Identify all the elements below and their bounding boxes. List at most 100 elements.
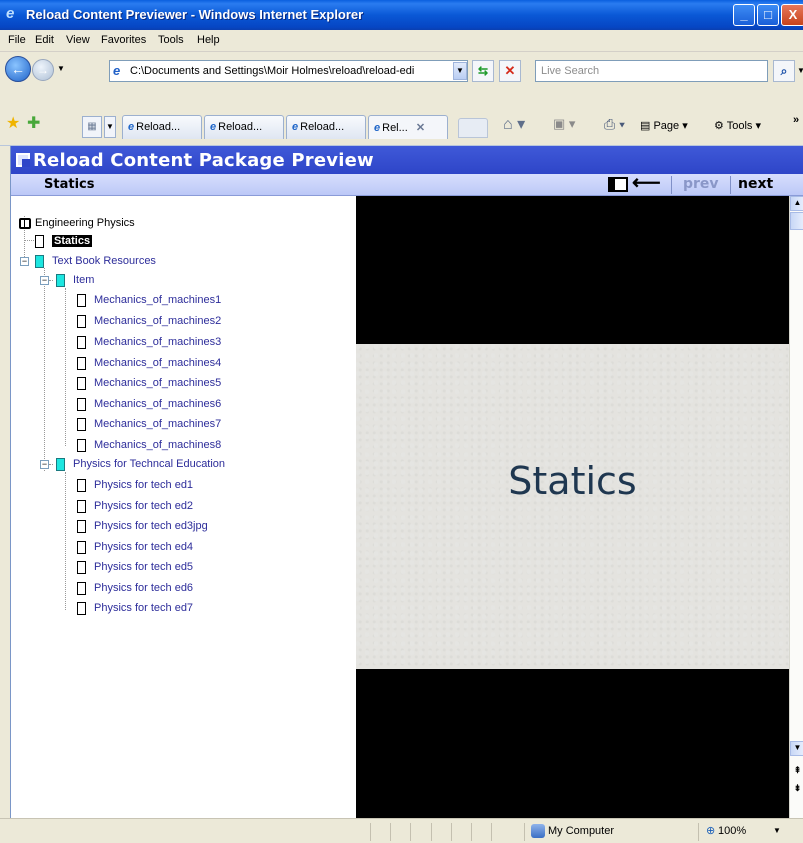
zoom-level[interactable]: 100% xyxy=(718,825,746,837)
item-nav-bar: Statics ⟵ prev next xyxy=(11,173,803,196)
feeds-icon[interactable]: ▣ ▾ xyxy=(553,116,575,132)
tab-reload-1[interactable]: e Reload... xyxy=(122,115,202,139)
page-node-icon xyxy=(77,581,86,595)
close-window-button[interactable]: X xyxy=(781,4,803,26)
tree-item-mechanics-8[interactable]: Mechanics_of_machines8 xyxy=(77,436,221,454)
tree-item-physics-2[interactable]: Physics for tech ed2 xyxy=(77,497,193,515)
tree-item-mechanics-2[interactable]: Mechanics_of_machines2 xyxy=(77,312,221,330)
tree-item-mechanics-5[interactable]: Mechanics_of_machines5 xyxy=(77,374,221,392)
status-divider xyxy=(698,823,699,841)
title-bar: e Reload Content Previewer - Windows Int… xyxy=(0,0,803,30)
forward-button[interactable]: → xyxy=(32,59,54,81)
package-icon xyxy=(16,153,30,167)
tools-menu-label: Tools xyxy=(726,120,753,132)
menu-view[interactable]: View xyxy=(66,34,90,46)
tree-item-mechanics-1[interactable]: Mechanics_of_machines1 xyxy=(77,291,221,309)
scroll-up-button[interactable]: ▲ xyxy=(790,196,803,211)
tree-item-statics[interactable]: Statics xyxy=(35,232,93,250)
tree-item-mechanics-4[interactable]: Mechanics_of_machines4 xyxy=(77,354,221,372)
tree-item-label: Physics for tech ed4 xyxy=(94,541,194,553)
window-title: Reload Content Previewer - Windows Inter… xyxy=(26,7,364,22)
home-icon[interactable]: ⌂ ▾ xyxy=(503,114,525,134)
address-dropdown-button[interactable]: ▼ xyxy=(453,62,467,80)
back-button[interactable]: ← xyxy=(5,56,31,82)
tree-item-physics-7[interactable]: Physics for tech ed7 xyxy=(77,599,193,617)
preview-header: Reload Content Package Preview xyxy=(11,146,803,174)
more-commands-chevron[interactable]: » xyxy=(793,114,799,126)
address-input[interactable]: e C:\Documents and Settings\Moir Holmes\… xyxy=(109,60,468,82)
menu-file[interactable]: File xyxy=(8,34,26,46)
tab-reload-3[interactable]: e Reload... xyxy=(286,115,366,139)
page-node-icon xyxy=(77,335,86,349)
tree-item-mechanics-6[interactable]: Mechanics_of_machines6 xyxy=(77,395,221,413)
tree-item-label: Mechanics_of_machines8 xyxy=(94,439,222,451)
add-favorites-icon[interactable]: ✚ xyxy=(27,113,40,133)
tree-connector xyxy=(49,464,53,465)
search-options-dropdown-icon[interactable]: ▼ xyxy=(797,66,803,75)
collapse-icon[interactable]: − xyxy=(40,460,49,469)
tree-item-physics-tech-ed[interactable]: Physics for Techncal Education xyxy=(56,455,225,473)
tree-root[interactable]: Engineering Physics xyxy=(19,214,135,232)
scroll-down-button[interactable]: ▼ xyxy=(790,741,803,756)
page-node-icon xyxy=(77,478,86,492)
refresh-button[interactable]: ⇆ xyxy=(472,60,494,82)
page-node-icon xyxy=(35,234,44,248)
tree-connector xyxy=(49,280,53,281)
menu-tools[interactable]: Tools xyxy=(158,34,184,46)
search-icon[interactable]: ⌕ xyxy=(773,60,795,82)
menu-help[interactable]: Help xyxy=(197,34,220,46)
print-icon[interactable]: ⎙ ▾ xyxy=(604,116,625,133)
search-input[interactable]: Live Search xyxy=(535,60,768,82)
next-link[interactable]: next xyxy=(738,176,773,192)
toggle-tree-icon[interactable] xyxy=(608,177,628,192)
tree-item-label: Statics xyxy=(52,235,93,247)
status-divider xyxy=(390,823,391,841)
vertical-scrollbar[interactable]: ▲ ▼ ⇞ ⇟ xyxy=(789,196,803,818)
close-tab-icon[interactable]: ✕ xyxy=(416,122,425,134)
zoom-icon[interactable]: ⊕ xyxy=(706,824,715,837)
page-node-icon xyxy=(77,376,86,390)
quick-tabs-button[interactable]: ▦ xyxy=(82,116,102,138)
page-down-button[interactable]: ⇟ xyxy=(790,782,803,797)
page-up-button[interactable]: ⇞ xyxy=(790,764,803,779)
tree-item-physics-3[interactable]: Physics for tech ed3jpg xyxy=(77,517,208,535)
tab-reload-2[interactable]: e Reload... xyxy=(204,115,284,139)
page-node-icon xyxy=(77,560,86,574)
tree-item-physics-6[interactable]: Physics for tech ed6 xyxy=(77,579,193,597)
page-node-icon xyxy=(77,293,86,307)
security-zone: My Computer xyxy=(548,825,615,837)
maximize-button[interactable]: □ xyxy=(757,4,779,26)
arrow-left-icon[interactable]: ⟵ xyxy=(632,173,661,193)
new-tab-button[interactable] xyxy=(458,118,488,138)
favorites-center-icon[interactable]: ★ xyxy=(6,113,20,133)
scroll-thumb[interactable] xyxy=(790,212,803,230)
tree-item-physics-4[interactable]: Physics for tech ed4 xyxy=(77,538,193,556)
tree-item-physics-5[interactable]: Physics for tech ed5 xyxy=(77,558,193,576)
page-menu-button[interactable]: ▤ Page ▾ xyxy=(640,119,688,132)
zoom-dropdown-icon[interactable]: ▼ xyxy=(773,826,781,835)
minimize-button[interactable]: _ xyxy=(733,4,755,26)
tree-item-item[interactable]: Item xyxy=(56,271,94,289)
stop-button[interactable]: ✕ xyxy=(499,60,521,82)
collapse-icon[interactable]: − xyxy=(20,257,29,266)
menu-favorites[interactable]: Favorites xyxy=(101,34,146,46)
tab-reload-active[interactable]: e Rel... ✕ xyxy=(368,115,448,139)
tree-item-label: Physics for tech ed7 xyxy=(94,602,194,614)
tree-item-mechanics-7[interactable]: Mechanics_of_machines7 xyxy=(77,415,221,433)
status-divider xyxy=(471,823,472,841)
tree-item-physics-1[interactable]: Physics for tech ed1 xyxy=(77,476,193,494)
page-node-icon xyxy=(77,356,86,370)
tree-root-label: Engineering Physics xyxy=(35,217,135,229)
page-menu-label: Page xyxy=(653,120,680,132)
tab-list-dropdown[interactable]: ▼ xyxy=(104,116,116,138)
tree-item-mechanics-3[interactable]: Mechanics_of_machines3 xyxy=(77,333,221,351)
prev-link[interactable]: prev xyxy=(683,176,719,192)
tools-menu-button[interactable]: ⚙ Tools ▾ xyxy=(714,119,761,132)
status-divider xyxy=(491,823,492,841)
folder-node-icon xyxy=(56,457,65,471)
collapse-icon[interactable]: − xyxy=(40,276,49,285)
tree-item-text-book-resources[interactable]: Text Book Resources xyxy=(35,252,156,270)
menu-edit[interactable]: Edit xyxy=(35,34,54,46)
content-tree: Engineering Physics Statics − Text Book … xyxy=(11,196,356,818)
recent-pages-dropdown-icon[interactable]: ▼ xyxy=(57,64,65,73)
